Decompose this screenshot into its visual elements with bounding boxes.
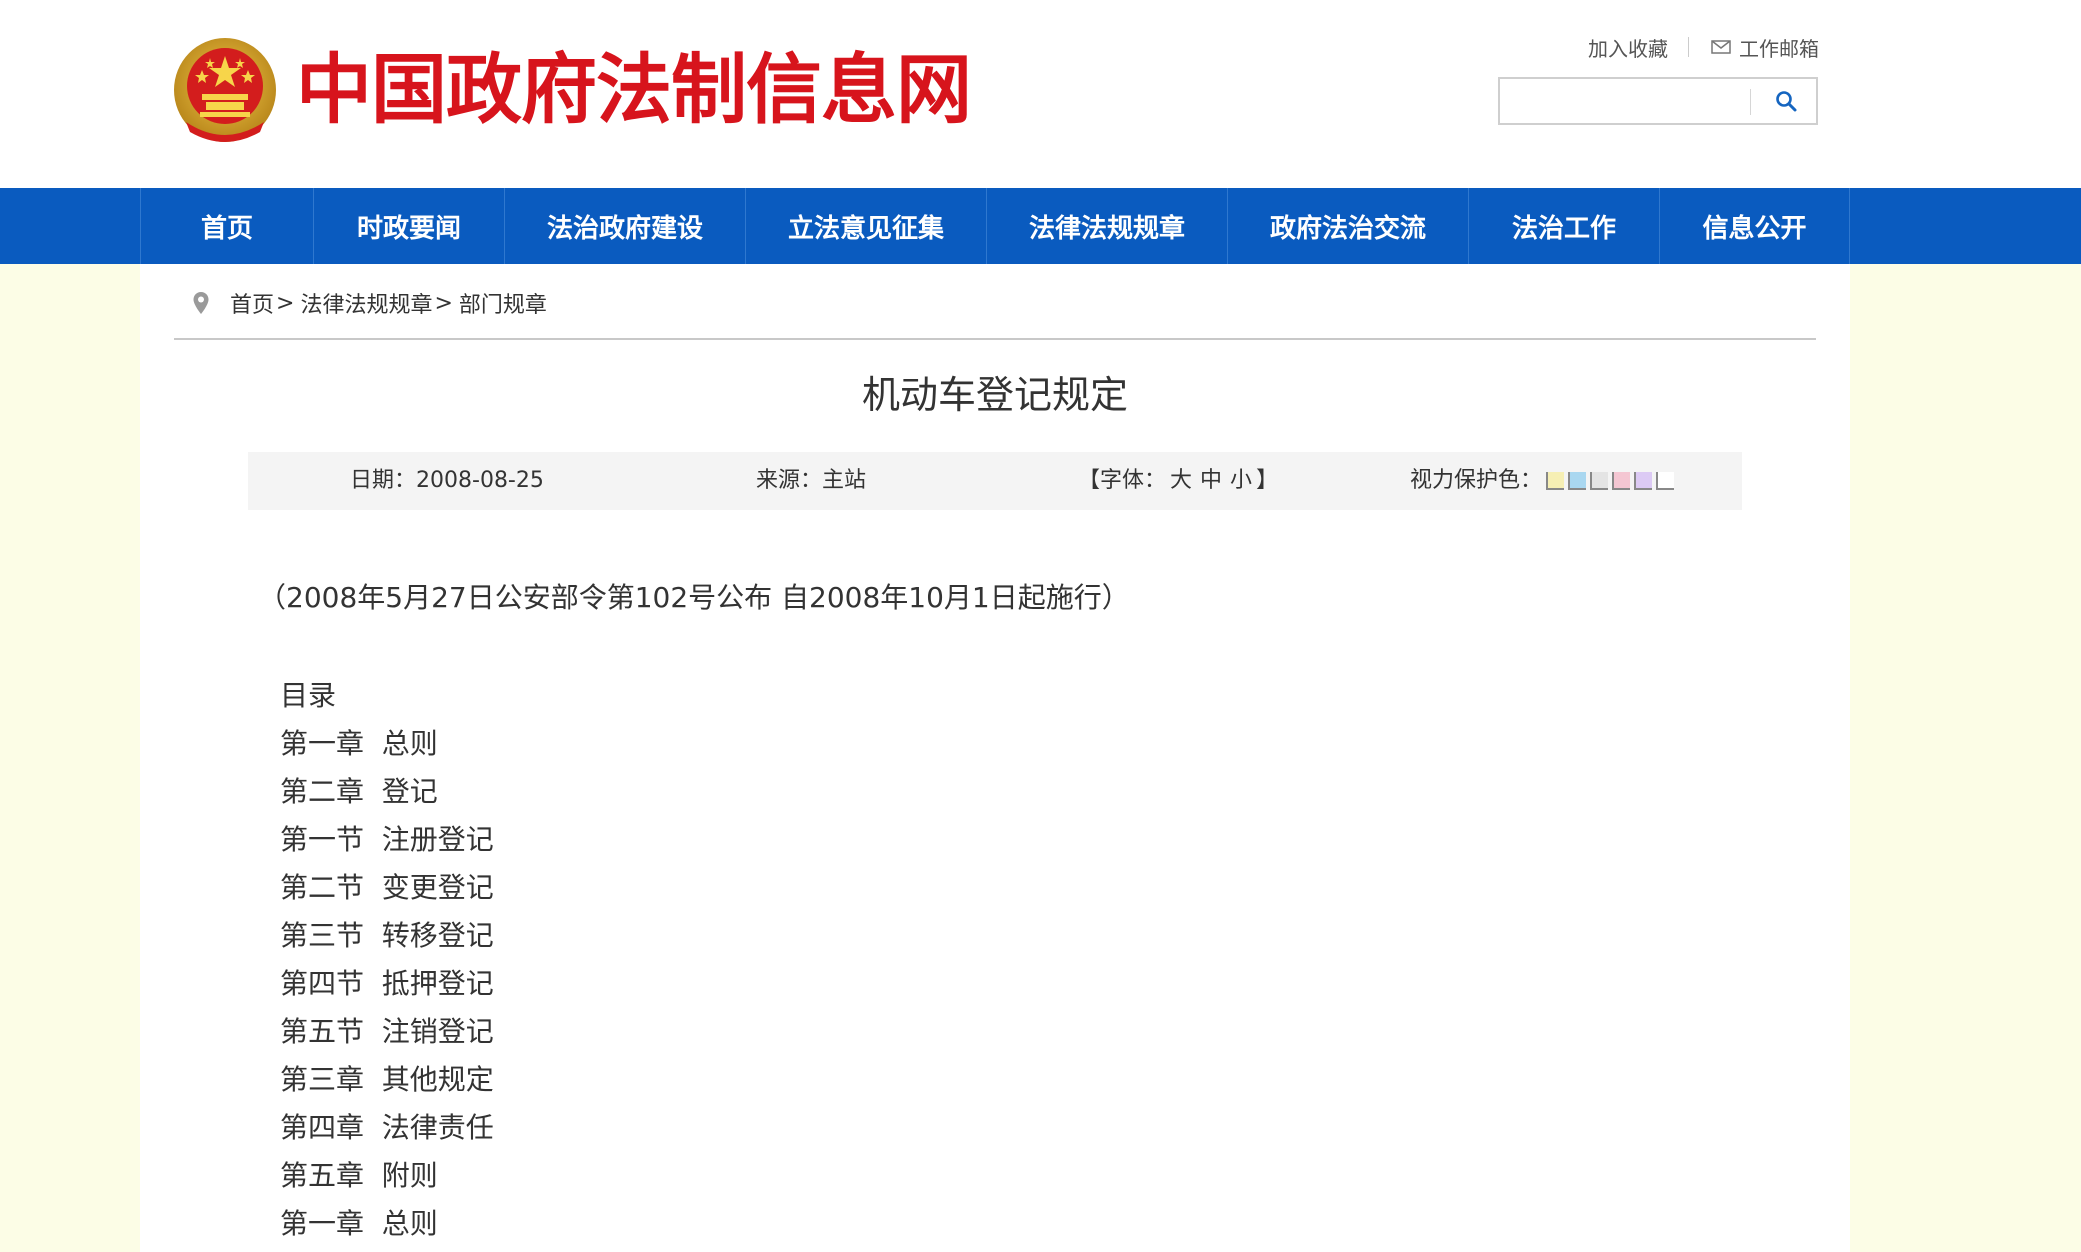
toc-item: 第三章 其他规定 bbox=[280, 1063, 494, 1096]
top-links-divider bbox=[1688, 37, 1689, 57]
source-value: 主站 bbox=[822, 468, 867, 493]
breadcrumb: 首页 > 法律法规规章 > 部门规章 bbox=[192, 286, 547, 320]
nav-item-rule-of-law-work[interactable]: 法治工作 bbox=[1468, 188, 1659, 264]
toc-item: 第二章 登记 bbox=[280, 775, 438, 808]
search-icon bbox=[1776, 91, 1797, 112]
nav-item-home[interactable]: 首页 bbox=[140, 188, 313, 264]
search-input[interactable] bbox=[1506, 83, 1746, 121]
toc-item: 第四节 抵押登记 bbox=[280, 967, 494, 1000]
work-mail-link[interactable]: 工作邮箱 bbox=[1711, 33, 1819, 62]
nav-item-rule-of-law-exchange[interactable]: 政府法治交流 bbox=[1227, 188, 1468, 264]
article-meta-bar: 日期：2008-08-25 来源：主站 【字体：大中小】 视力保护色： bbox=[248, 452, 1742, 510]
search-button[interactable] bbox=[1760, 81, 1812, 121]
breadcrumb-separator: > bbox=[276, 290, 295, 316]
top-links: 加入收藏 工作邮箱 bbox=[1588, 32, 1819, 62]
eye-color-swatch-yellow[interactable] bbox=[1546, 472, 1565, 490]
page-side-right bbox=[1850, 264, 2081, 1252]
search-box bbox=[1498, 77, 1818, 125]
eye-color-swatch-white[interactable] bbox=[1656, 472, 1675, 490]
breadcrumb-home[interactable]: 首页 bbox=[230, 287, 274, 319]
eye-color-swatch-purple[interactable] bbox=[1634, 472, 1653, 490]
breadcrumb-department-rules[interactable]: 部门规章 bbox=[459, 287, 547, 319]
article-date: 日期：2008-08-25 bbox=[350, 452, 544, 510]
eye-protection-label: 视力保护色： bbox=[1410, 468, 1543, 493]
main-nav-items: 首页 时政要闻 法治政府建设 立法意见征集 法律法规规章 政府法治交流 法治工作… bbox=[140, 188, 1850, 264]
main-content: 首页 > 法律法规规章 > 部门规章 机动车登记规定 日期：2008-08-25… bbox=[140, 264, 1850, 1252]
font-size-close: 】 bbox=[1256, 468, 1279, 493]
toc-item: 第三节 转移登记 bbox=[280, 919, 494, 952]
toc-heading: 目录 bbox=[280, 679, 337, 712]
site-title[interactable]: 中国政府法制信息网 bbox=[296, 40, 972, 140]
date-label: 日期： bbox=[350, 468, 417, 493]
nav-item-news[interactable]: 时政要闻 bbox=[313, 188, 504, 264]
nav-item-rule-of-law-government[interactable]: 法治政府建设 bbox=[504, 188, 745, 264]
breadcrumb-divider bbox=[174, 338, 1816, 340]
eye-color-swatch-blue[interactable] bbox=[1568, 472, 1587, 490]
eye-protection-colors: 视力保护色： bbox=[1410, 452, 1675, 510]
table-of-contents: 目录 第一章 总则 第二章 登记 第一节 注册登记 第二节 变更登记 第三节 转… bbox=[280, 672, 494, 1248]
font-size-medium[interactable]: 中 bbox=[1200, 468, 1222, 493]
site-header: 中国政府法制信息网 加入收藏 工作邮箱 bbox=[0, 0, 2081, 188]
toc-item: 第四章 法律责任 bbox=[280, 1111, 494, 1144]
source-label: 来源： bbox=[756, 468, 823, 493]
toc-item: 第一节 注册登记 bbox=[280, 823, 494, 856]
breadcrumb-laws-regulations[interactable]: 法律法规规章 bbox=[300, 287, 432, 319]
article-title: 机动车登记规定 bbox=[861, 373, 1128, 417]
page-side-left bbox=[0, 264, 140, 1252]
article-source: 来源：主站 bbox=[756, 452, 866, 510]
toc-item: 第五节 注销登记 bbox=[280, 1015, 494, 1048]
eye-color-swatch-pink[interactable] bbox=[1612, 472, 1631, 490]
national-emblem-logo[interactable] bbox=[172, 36, 278, 148]
toc-item: 第一章 总则 bbox=[280, 727, 438, 760]
main-nav: 首页 时政要闻 法治政府建设 立法意见征集 法律法规规章 政府法治交流 法治工作… bbox=[0, 188, 2081, 264]
toc-item: 第二节 变更登记 bbox=[280, 871, 494, 904]
work-mail-label: 工作邮箱 bbox=[1739, 36, 1819, 61]
font-size-small[interactable]: 小 bbox=[1230, 468, 1252, 493]
mail-icon bbox=[1711, 40, 1731, 54]
font-size-control: 【字体：大中小】 bbox=[1078, 452, 1278, 510]
chapter-heading: 第一章 总则 bbox=[280, 1207, 438, 1240]
nav-item-information-disclosure[interactable]: 信息公开 bbox=[1659, 188, 1850, 264]
font-size-large[interactable]: 大 bbox=[1170, 468, 1192, 493]
location-pin-icon bbox=[193, 292, 209, 314]
nav-item-legislation-opinions[interactable]: 立法意见征集 bbox=[745, 188, 986, 264]
add-bookmark-link[interactable]: 加入收藏 bbox=[1588, 33, 1668, 62]
eye-color-swatch-gray[interactable] bbox=[1590, 472, 1609, 490]
date-value: 2008-08-25 bbox=[416, 468, 544, 493]
search-divider bbox=[1750, 89, 1751, 115]
breadcrumb-separator: > bbox=[434, 290, 453, 316]
toc-item: 第五章 附则 bbox=[280, 1159, 438, 1192]
article-intro: （2008年5月27日公安部令第102号公布 自2008年10月1日起施行） bbox=[258, 581, 1130, 614]
font-size-label: 【字体： bbox=[1078, 468, 1167, 493]
nav-item-laws-regulations[interactable]: 法律法规规章 bbox=[986, 188, 1227, 264]
